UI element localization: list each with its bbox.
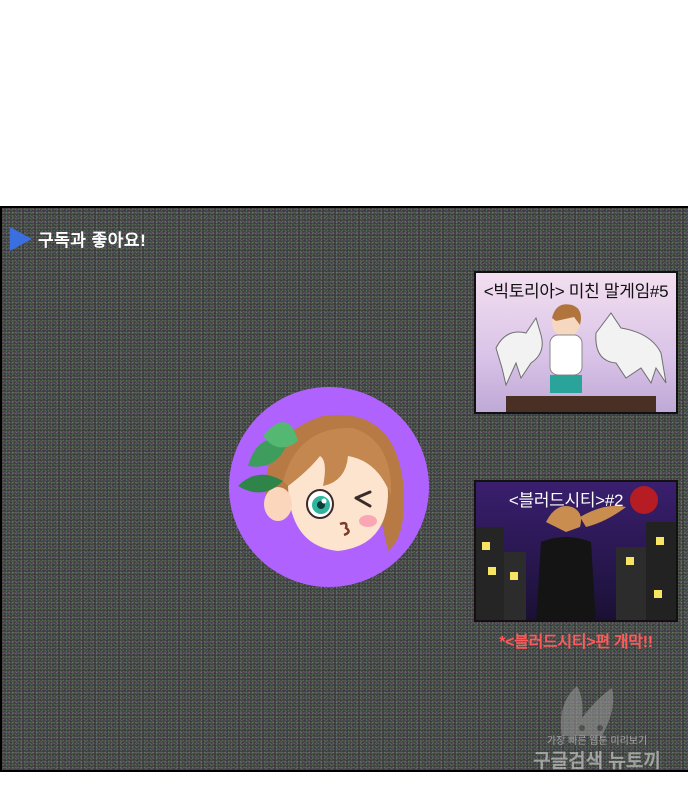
thumbnail-bloodcity[interactable]: <블러드시티>#2 [474,480,678,622]
notice-text: *<블러드시티>편 개막!! [499,634,653,651]
subscribe-text: 구독과 좋아요! [38,231,147,250]
horse-scene-illustration [495,304,667,412]
rabbit-logo-icon [561,686,614,736]
play-triangle-icon [10,226,32,251]
watermark-line1: 가장 빠른 웹툰 미리보기 [546,736,648,747]
subscribe-banner: 구독과 좋아요! [10,226,146,251]
thumbnail-victoria[interactable]: <빅토리아> 미친 말게임#5 [474,271,678,414]
watermark: 가장 빠른 웹툰 미리보기 구글검색 뉴토끼 [522,678,672,778]
character-avatar-icon [229,387,429,587]
comic-panel: 구독과 좋아요! <빅토리아> 미친 말게임#5 <블러드시티>#2 *<블러드… [0,206,688,772]
watermark-line2: 구글검색 뉴토끼 [533,751,661,772]
night-city-illustration [476,486,676,620]
